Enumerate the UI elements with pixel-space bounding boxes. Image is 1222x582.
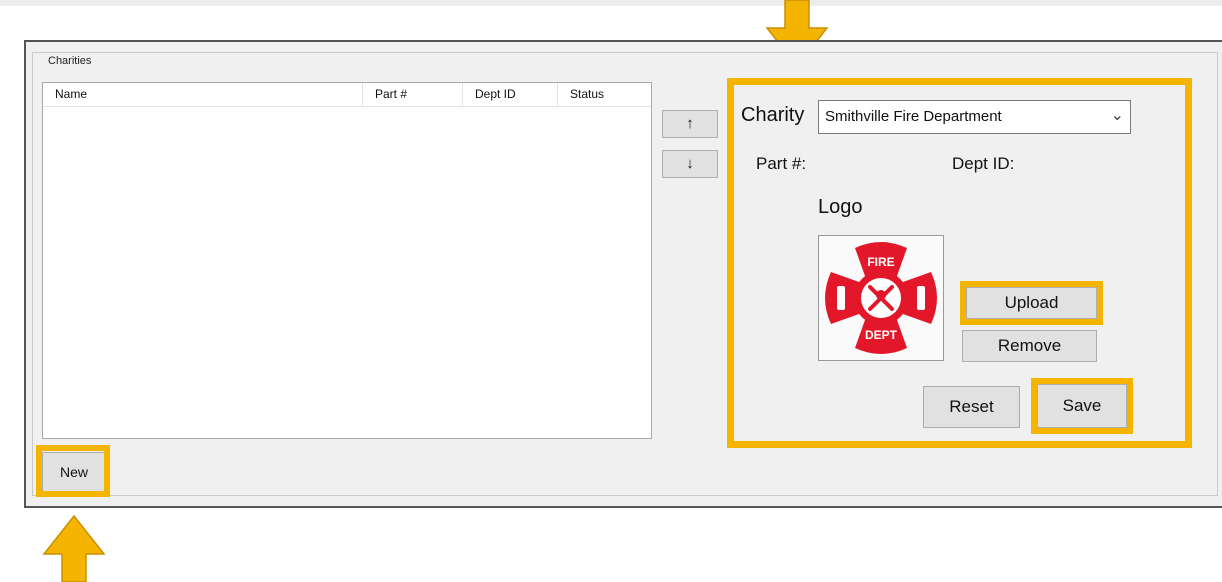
column-header-status[interactable]: Status [558, 83, 653, 106]
logo-preview: FIRE DEPT [818, 235, 944, 361]
fire-dept-logo-icon: FIRE DEPT [825, 242, 937, 354]
charity-label: Charity [741, 104, 805, 126]
logo-label: Logo [818, 196, 863, 218]
charity-select[interactable]: Smithville Fire Department ⌄ [818, 100, 1131, 134]
new-highlight [36, 445, 110, 497]
column-header-name[interactable]: Name [43, 83, 363, 106]
move-down-button[interactable]: ↓ [662, 150, 718, 178]
top-strip [0, 0, 1222, 6]
logo-text-top: FIRE [867, 255, 894, 269]
list-header: Name Part # Dept ID Status [43, 83, 651, 107]
chevron-down-icon[interactable]: ⌄ [1111, 105, 1124, 125]
charity-select-value: Smithville Fire Department [825, 108, 1002, 125]
groupbox-title: Charities [45, 55, 95, 67]
reset-button[interactable]: Reset [923, 386, 1020, 428]
annotation-arrow-up-icon [42, 514, 106, 582]
charities-list[interactable]: Name Part # Dept ID Status [42, 82, 652, 439]
dept-id-label: Dept ID: [952, 154, 1015, 173]
remove-button[interactable]: Remove [962, 330, 1097, 362]
upload-button[interactable]: Upload [966, 287, 1097, 319]
move-up-button[interactable]: ↑ [662, 110, 718, 138]
column-header-part[interactable]: Part # [363, 83, 463, 106]
save-button[interactable]: Save [1037, 384, 1127, 428]
column-header-dept-id[interactable]: Dept ID [463, 83, 558, 106]
part-number-label: Part #: [756, 154, 807, 173]
logo-text-bottom: DEPT [865, 328, 898, 342]
